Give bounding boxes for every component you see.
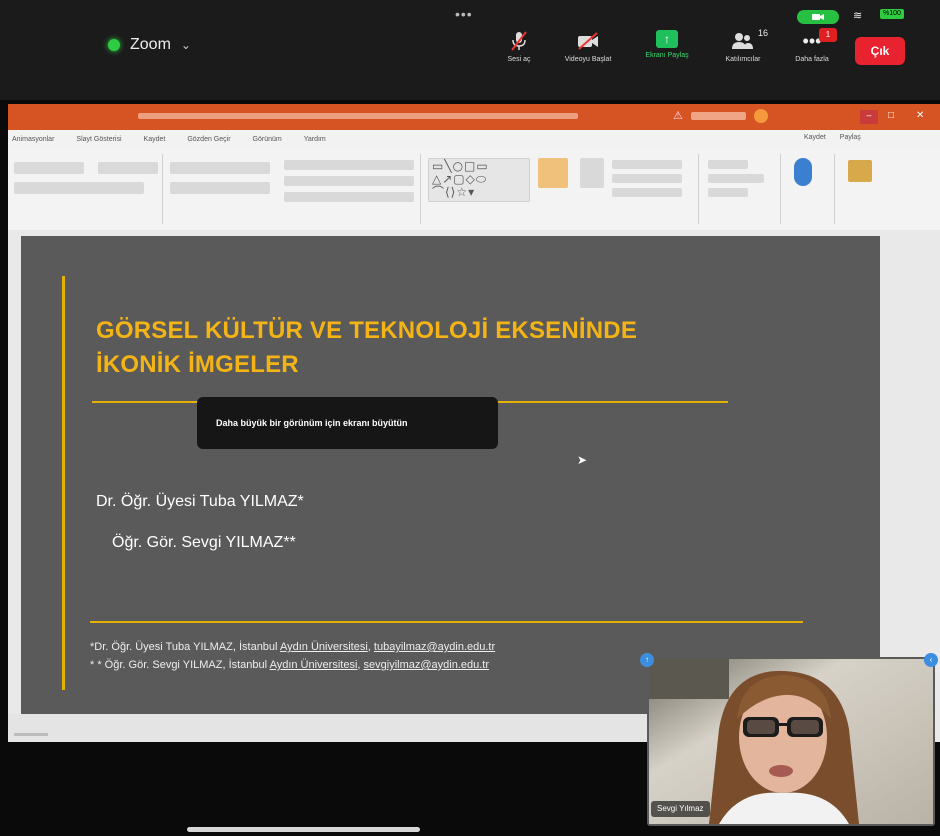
- ribbon-divider: [420, 154, 421, 224]
- home-indicator[interactable]: [187, 827, 420, 832]
- ribbon-divider: [780, 154, 781, 224]
- zoom-status-dot-icon: [108, 39, 120, 51]
- avatar[interactable]: [754, 109, 768, 123]
- participant-count: 16: [758, 28, 769, 38]
- quick-styles-button[interactable]: [580, 158, 604, 188]
- zoom-app-name: Zoom: [130, 36, 171, 53]
- slide-footer-line: [90, 621, 803, 623]
- powerpoint-title-bar: ⚠ – □ ✕: [8, 104, 940, 130]
- arrange-button[interactable]: [538, 158, 568, 188]
- footnote-2-text: * * Öğr. Gör. Sevgi YILMAZ, İstanbul: [90, 659, 270, 671]
- author-2: Öğr. Gör. Sevgi YILMAZ**: [112, 534, 296, 551]
- status-bar-indicator: [14, 733, 48, 736]
- account-name-blur: [691, 112, 746, 120]
- more-button[interactable]: ••• Daha fazla: [772, 30, 852, 64]
- footnote-1: *Dr. Öğr. Üyesi Tuba YILMAZ, İstanbul Ay…: [90, 641, 495, 653]
- participants-label: Katılımcılar: [725, 56, 761, 63]
- find-control[interactable]: [708, 160, 748, 169]
- participants-button[interactable]: Katılımcılar: [703, 30, 783, 63]
- ribbon-actions: Kaydet Paylaş: [804, 134, 861, 141]
- align-text-control[interactable]: [284, 176, 414, 186]
- warning-icon: ⚠: [673, 110, 683, 122]
- shape-effects-control[interactable]: [612, 188, 682, 197]
- footnote-1-university: Aydın Üniversitesi: [279, 641, 368, 653]
- footnote-2-email-link[interactable]: sevgiyilmaz@aydin.edu.tr: [364, 659, 490, 671]
- wifi-icon: ≋: [853, 10, 863, 22]
- mic-muted-icon: [506, 30, 532, 52]
- video-off-icon: [575, 30, 601, 52]
- footnote-1-email-link[interactable]: tubayilmaz@aydin.edu.tr: [374, 641, 495, 653]
- footnote-2: * * Öğr. Gör. Sevgi YILMAZ, İstanbul Ayd…: [90, 659, 489, 671]
- footnote-2-university: Aydın Üniversitesi: [269, 659, 358, 671]
- alignment-controls[interactable]: [170, 182, 270, 194]
- zoom-app-menu[interactable]: Zoom ⌄: [108, 36, 191, 54]
- speaker-name-label: Sevgi Yılmaz: [651, 801, 710, 817]
- notification-badge: 1: [819, 28, 837, 42]
- minimize-icon[interactable]: –: [860, 110, 878, 124]
- tab-review[interactable]: Gözden Geçir: [187, 136, 230, 143]
- share-screen-icon: ↑: [656, 30, 678, 48]
- chevron-down-icon: ⌄: [180, 38, 191, 52]
- tab-animations[interactable]: Animasyonlar: [12, 136, 54, 143]
- designer-icon[interactable]: [848, 160, 872, 182]
- camera-status-pill: [797, 10, 839, 24]
- tab-slide-show[interactable]: Slayt Gösterisi: [76, 136, 121, 143]
- smartart-control[interactable]: [284, 192, 414, 202]
- dictate-microphone-icon[interactable]: [794, 158, 812, 186]
- battery-icon: %100: [880, 9, 904, 19]
- camera-icon: [812, 14, 824, 20]
- maximize-icon[interactable]: □: [888, 110, 894, 121]
- ribbon-divider: [698, 154, 699, 224]
- ribbon-tabs: Animasyonlar Slayt Gösterisi Kaydet Gözd…: [8, 130, 940, 148]
- share-screen-label: Ekranı Paylaş: [645, 52, 689, 59]
- font-controls[interactable]: [14, 162, 84, 174]
- footnote-1-text: *Dr. Öğr. Üyesi Tuba YILMAZ, İstanbul: [90, 641, 280, 653]
- paragraph-controls[interactable]: [170, 162, 270, 174]
- tile-options-icon[interactable]: ‹: [924, 653, 938, 667]
- slide-accent-vertical-line: [62, 276, 65, 690]
- share-action-button[interactable]: Paylaş: [840, 134, 861, 141]
- ribbon-divider: [834, 154, 835, 224]
- slide-title-line-2: İKONİK İMGELER: [96, 351, 299, 378]
- powerpoint-status-bar: [8, 714, 653, 742]
- enlarge-screen-tooltip: Daha büyük bir görünüm için ekranı büyüt…: [197, 397, 498, 449]
- ribbon-divider: [162, 154, 163, 224]
- ribbon-toolbar: ▭╲○□▭ △↗▢◇⬭ ⌒⟨⟩☆▾: [8, 148, 940, 231]
- close-icon[interactable]: ✕: [916, 110, 924, 121]
- tab-record[interactable]: Kaydet: [144, 136, 166, 143]
- replace-control[interactable]: [708, 174, 764, 183]
- text-direction-control[interactable]: [284, 160, 414, 170]
- participants-icon: [730, 30, 756, 52]
- font-size-controls[interactable]: [98, 162, 158, 174]
- start-video-label: Videoyu Başlat: [564, 56, 612, 63]
- tab-help[interactable]: Yardım: [304, 136, 326, 143]
- document-title-blur: [138, 113, 578, 119]
- window-grab-handle[interactable]: •••: [455, 6, 473, 22]
- author-1: Dr. Öğr. Üyesi Tuba YILMAZ*: [96, 493, 304, 510]
- slide-title: GÖRSEL KÜLTÜR VE TEKNOLOJİ EKSENİNDE İKO…: [96, 314, 637, 382]
- shape-fill-control[interactable]: [612, 160, 682, 169]
- record-action-button[interactable]: Kaydet: [804, 134, 826, 141]
- mute-button-label: Sesi aç: [507, 56, 531, 63]
- battery-indicator: %100: [880, 9, 904, 19]
- shapes-icon: ▭╲○□▭ △↗▢◇⬭ ⌒⟨⟩☆▾: [432, 159, 489, 199]
- select-control[interactable]: [708, 188, 748, 197]
- slide-title-line-1: GÖRSEL KÜLTÜR VE TEKNOLOJİ EKSENİNDE: [96, 317, 638, 344]
- start-video-button[interactable]: Videoyu Başlat: [548, 30, 628, 63]
- shape-outline-control[interactable]: [612, 174, 682, 183]
- font-format-controls[interactable]: [14, 182, 144, 194]
- mute-button[interactable]: Sesi aç: [479, 30, 559, 63]
- more-label: Daha fazla: [795, 56, 829, 63]
- speaker-video-feed: [649, 659, 933, 824]
- share-screen-button[interactable]: ↑ Ekranı Paylaş: [627, 30, 707, 59]
- tile-pin-icon[interactable]: ↑: [640, 653, 654, 667]
- leave-button[interactable]: Çık: [855, 37, 905, 65]
- tab-view[interactable]: Görünüm: [253, 136, 282, 143]
- mouse-cursor-icon: ➤: [577, 453, 588, 467]
